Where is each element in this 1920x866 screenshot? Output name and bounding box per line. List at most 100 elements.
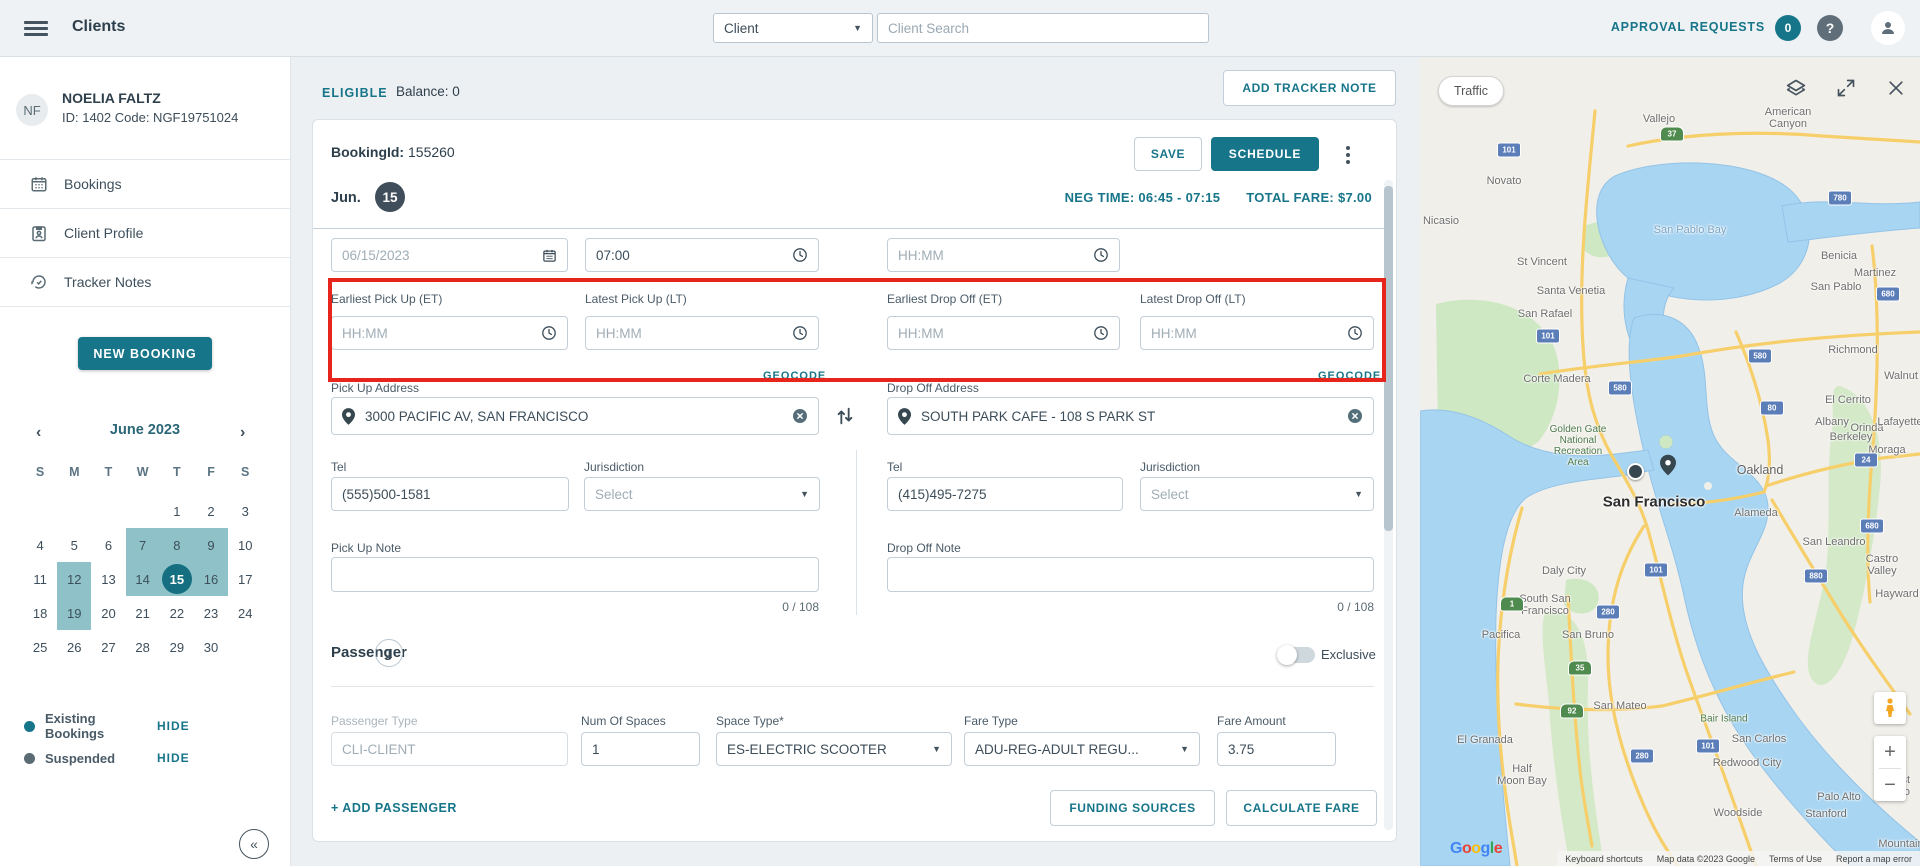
calendar-day[interactable]: 12	[57, 562, 92, 596]
pickup-note-input[interactable]	[331, 557, 819, 592]
geocode-pickup-label[interactable]: GEOCODE	[763, 370, 826, 382]
save-button[interactable]: SAVE	[1134, 137, 1202, 171]
user-avatar-icon[interactable]	[1871, 11, 1905, 45]
clear-icon[interactable]	[792, 408, 808, 424]
calendar-day[interactable]: 4	[23, 528, 57, 562]
layers-icon[interactable]	[1786, 78, 1806, 103]
calendar-day[interactable]: 22	[160, 596, 194, 630]
calendar-day[interactable]: 17	[228, 562, 262, 596]
schedule-button[interactable]: SCHEDULE	[1211, 137, 1319, 171]
zoom-in-button[interactable]: +	[1874, 736, 1906, 768]
map-attribution-item[interactable]: Report a map error	[1836, 854, 1912, 864]
clock-icon[interactable]	[541, 325, 557, 341]
calendar-day[interactable]: 21	[126, 596, 160, 630]
clock-icon[interactable]	[792, 325, 808, 341]
calendar-day[interactable]: 5	[57, 528, 91, 562]
calendar-day[interactable]: 24	[228, 596, 262, 630]
earliest-pickup-input[interactable]: HH:MM	[331, 316, 568, 350]
calendar-day[interactable]: 27	[91, 630, 125, 664]
calendar-day[interactable]: 16	[193, 562, 229, 596]
calendar-icon[interactable]	[542, 248, 557, 263]
sidebar-item-client-profile[interactable]: Client Profile	[0, 208, 290, 258]
clear-icon[interactable]	[1347, 408, 1363, 424]
fare-type-select[interactable]: ADU-REG-ADULT REGU... ▼	[964, 732, 1200, 766]
clock-icon[interactable]	[1093, 247, 1109, 263]
swap-addresses-icon[interactable]	[834, 404, 856, 433]
calendar-day[interactable]: 19	[57, 596, 92, 630]
calendar-day[interactable]: 10	[228, 528, 262, 562]
hide-suspended-link[interactable]: HIDE	[157, 751, 190, 765]
clock-icon[interactable]	[1347, 325, 1363, 341]
clock-icon[interactable]	[792, 247, 808, 263]
clock-icon[interactable]	[1093, 325, 1109, 341]
calendar-day[interactable]: 9	[193, 528, 229, 562]
calendar-next-icon[interactable]: ›	[240, 424, 245, 442]
calendar-day[interactable]: 25	[23, 630, 57, 664]
client-type-select[interactable]: Client ▼	[713, 13, 873, 43]
sidebar-collapse-button[interactable]: «	[239, 829, 269, 859]
map-attribution-item[interactable]: Map data ©2023 Google	[1657, 854, 1755, 864]
expand-map-icon[interactable]	[1836, 78, 1856, 103]
calendar-selected-day[interactable]: 15	[161, 564, 192, 594]
calendar-day[interactable]: 13	[91, 562, 125, 596]
pickup-jurisdiction-select[interactable]: Select ▼	[584, 477, 820, 511]
help-icon[interactable]: ?	[1817, 15, 1843, 41]
hamburger-menu-icon[interactable]	[24, 18, 48, 38]
calendar-day[interactable]: 3	[228, 494, 262, 528]
exclusive-toggle[interactable]	[1277, 645, 1315, 665]
calendar-day[interactable]: 7	[125, 528, 160, 562]
approval-count-badge[interactable]: 0	[1775, 15, 1801, 41]
calculate-fare-button[interactable]: CALCULATE FARE	[1226, 790, 1377, 826]
calendar-day[interactable]: 8	[159, 528, 194, 562]
card-scrollbar-thumb[interactable]	[1384, 186, 1393, 531]
dropoff-jurisdiction-select[interactable]: Select ▼	[1140, 477, 1374, 511]
zoom-out-button[interactable]: −	[1874, 769, 1906, 801]
date-input[interactable]: 06/15/2023	[331, 238, 568, 272]
calendar-day[interactable]: 29	[160, 630, 194, 664]
sidebar-item-tracker-notes[interactable]: Tracker Notes	[0, 257, 290, 307]
calendar-day[interactable]: 30	[194, 630, 228, 664]
pickup-map-marker-icon[interactable]	[1627, 463, 1644, 480]
funding-sources-button[interactable]: FUNDING SOURCES	[1050, 790, 1215, 826]
dropoff-map-marker-icon[interactable]	[1660, 454, 1676, 481]
calendar-day[interactable]: 23	[194, 596, 228, 630]
new-booking-button[interactable]: NEW BOOKING	[78, 337, 212, 370]
dropoff-note-input[interactable]	[887, 557, 1374, 592]
geocode-dropoff-label[interactable]: GEOCODE	[1318, 370, 1381, 382]
latest-dropoff-input[interactable]: HH:MM	[1140, 316, 1374, 350]
num-of-spaces-input[interactable]: 1	[581, 732, 700, 766]
fare-amount-input[interactable]: 3.75	[1217, 732, 1336, 766]
approval-requests-link[interactable]: APPROVAL REQUESTS	[1611, 20, 1765, 34]
calendar-day[interactable]: 11	[23, 562, 57, 596]
earliest-dropoff-input[interactable]: HH:MM	[887, 316, 1120, 350]
client-search-input[interactable]	[877, 13, 1209, 43]
dropoff-tel-input[interactable]: (415)495-7275	[887, 477, 1123, 511]
appointment-time-input[interactable]: HH:MM	[887, 238, 1120, 272]
calendar-day[interactable]: 2	[194, 494, 228, 528]
calendar-day[interactable]: 14	[125, 562, 160, 596]
calendar-day[interactable]: 6	[91, 528, 125, 562]
more-options-kebab-icon[interactable]	[1341, 142, 1355, 168]
calendar-day[interactable]: 20	[91, 596, 125, 630]
calendar-day[interactable]: 28	[126, 630, 160, 664]
calendar-day[interactable]: 26	[57, 630, 91, 664]
map-attribution-item[interactable]: Terms of Use	[1769, 854, 1822, 864]
dropoff-address-input[interactable]: SOUTH PARK CAFE - 108 S PARK ST	[887, 397, 1374, 435]
add-tracker-note-button[interactable]: ADD TRACKER NOTE	[1223, 70, 1396, 106]
add-passenger-link[interactable]: + ADD PASSENGER	[331, 801, 457, 815]
calendar-day[interactable]: 1	[160, 494, 194, 528]
street-view-pegman-icon[interactable]	[1874, 692, 1906, 724]
latest-pickup-input[interactable]: HH:MM	[585, 316, 819, 350]
pickup-address-input[interactable]: 3000 PACIFIC AV, SAN FRANCISCO	[331, 397, 819, 435]
map-attribution-item[interactable]: Keyboard shortcuts	[1565, 854, 1643, 864]
space-type-select[interactable]: ES-ELECTRIC SCOOTER ▼	[716, 732, 952, 766]
requested-time-input[interactable]: 07:00	[585, 238, 819, 272]
traffic-toggle-button[interactable]: Traffic	[1438, 76, 1504, 106]
calendar-day[interactable]: 18	[23, 596, 57, 630]
close-map-icon[interactable]	[1886, 78, 1906, 103]
sidebar-item-bookings[interactable]: Bookings	[0, 159, 290, 209]
pickup-tel-input[interactable]: (555)500-1581	[331, 477, 569, 511]
calendar-day[interactable]: 15	[159, 562, 194, 596]
hide-existing-bookings-link[interactable]: HIDE	[157, 719, 190, 733]
map-panel[interactable]: Traffic Vallejo American Canyon Novato Nica…	[1420, 56, 1920, 866]
